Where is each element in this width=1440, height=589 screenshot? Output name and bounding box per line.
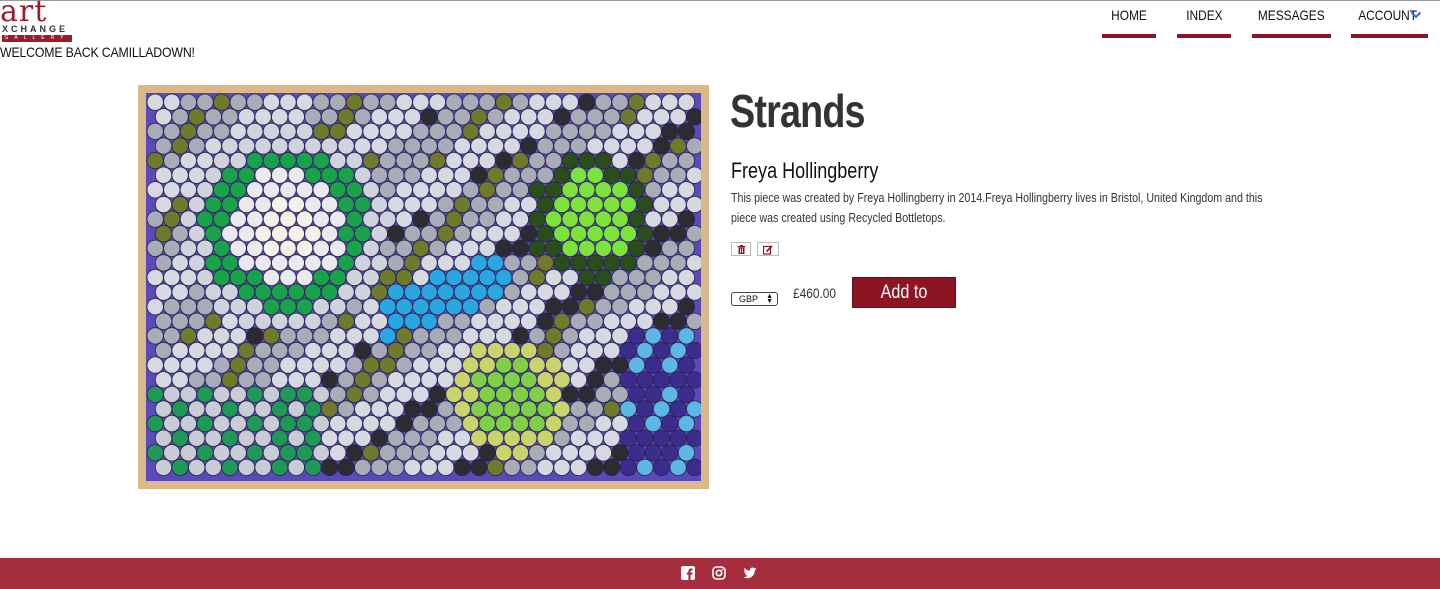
currency-value: GBP <box>739 294 759 304</box>
logo-xchange-text: XCHANGE <box>2 24 69 34</box>
nav-messages-label: MESSAGES <box>1258 7 1325 23</box>
facebook-icon[interactable] <box>681 566 695 580</box>
top-border <box>0 0 1440 1</box>
artwork-description: This piece was created by Freya Hollingb… <box>731 190 1263 225</box>
nav-index-label: INDEX <box>1185 7 1223 23</box>
delete-button[interactable] <box>731 242 751 256</box>
welcome-message: WELCOME BACK CAMILLADOWN! <box>0 44 195 60</box>
artwork-title: Strands <box>730 85 866 137</box>
nav-account[interactable]: ACCOUNT <box>1351 4 1428 38</box>
artist-name[interactable]: Freya Hollingberry <box>731 158 878 184</box>
footer <box>0 558 1440 589</box>
currency-select[interactable]: GBP ▲ ▼ <box>731 292 778 306</box>
twitter-icon[interactable] <box>743 566 757 580</box>
bottle-cap-mosaic <box>146 93 701 481</box>
logo-gallery-text: GALLERY <box>2 35 72 42</box>
edit-icon <box>763 245 773 255</box>
price: £460.00 <box>793 285 837 301</box>
artwork-image <box>138 85 709 489</box>
nav-account-label: ACCOUNT <box>1358 7 1418 23</box>
artxchange-logo[interactable]: art XCHANGE GALLERY <box>0 0 72 42</box>
nav-home[interactable]: HOME <box>1102 4 1156 38</box>
add-to-basket-label: Add to basket <box>880 282 928 332</box>
edit-button[interactable] <box>757 242 779 256</box>
trash-icon <box>737 245 746 254</box>
chevron-down-icon <box>1410 11 1422 19</box>
nav-home-label: HOME <box>1111 7 1147 23</box>
nav-index[interactable]: INDEX <box>1177 4 1231 38</box>
select-arrows-icon: ▲ ▼ <box>766 293 773 305</box>
add-to-basket-button[interactable]: Add to basket <box>852 277 956 332</box>
instagram-icon[interactable] <box>712 566 726 580</box>
nav-messages[interactable]: MESSAGES <box>1252 4 1331 38</box>
